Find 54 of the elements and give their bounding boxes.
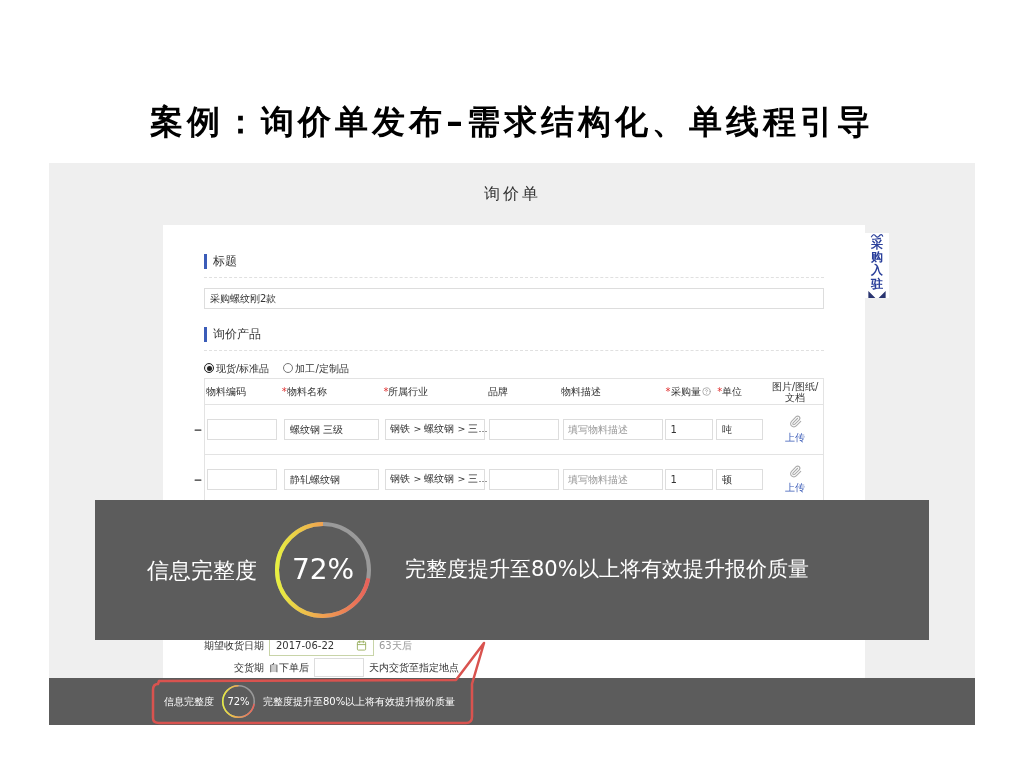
upload-link[interactable]: 上传 [785,479,806,495]
help-icon[interactable] [701,387,711,396]
description-input[interactable]: 填写物料描述 [562,419,663,440]
column-header: *采购量 [665,386,701,397]
completeness-message: 完整度提升至80%以上将有效提升报价质量 [263,695,456,709]
column-header: 物料描述 [560,386,601,397]
days-input[interactable] [314,657,364,677]
name-input[interactable]: 螺纹钢 三级 [283,419,379,440]
days-note: 63天后 [379,638,412,653]
industry-select[interactable]: 钢铁 > 螺纹钢 > 三... [385,419,486,440]
field-label: 交货期 [233,660,264,675]
logo-icon [868,233,886,239]
radio-label[interactable]: 加工/定制品 [295,360,349,376]
column-header: 品牌 [488,386,509,397]
description-input[interactable]: 填写物料描述 [562,469,663,490]
field-prefix: 自下单后 [269,660,309,675]
completeness-label: 信息完整度 [147,556,257,585]
code-input[interactable] [207,419,277,440]
industry-select[interactable]: 钢铁 > 螺纹钢 > 三... [385,469,486,490]
calendar-icon[interactable] [356,639,367,651]
triangle-icon [865,290,889,298]
column-header: *所属行业 [383,386,429,397]
unit-input[interactable]: 顿 [716,469,764,490]
slide-title: 案例：询价单发布–需求结构化、单线程引导 [150,101,874,143]
section-heading: 标题 [204,253,237,269]
paperclip-icon [788,414,802,428]
completeness-label: 信息完整度 [164,695,214,709]
title-input[interactable]: 采购螺纹刚2款 [204,288,824,309]
field-label: 期望收货日期 [204,638,264,653]
radio-button[interactable] [283,363,294,373]
brand-input[interactable] [489,469,560,490]
column-header: *物料名称 [281,386,327,397]
paperclip-icon [788,464,802,478]
quantity-input[interactable]: 1 [664,419,713,440]
badge-text: 采购入驻 [871,238,883,291]
brand-input[interactable] [489,419,560,440]
side-badge[interactable]: 采购入驻 [865,233,889,298]
column-header: 图片/图纸/文档 [770,380,820,403]
name-input[interactable]: 静轧螺纹钢 [283,469,379,490]
completeness-percent: 72% [227,695,250,709]
completeness-message: 完整度提升至80%以上将有效提升报价质量 [405,556,809,584]
quantity-input[interactable]: 1 [664,469,713,490]
radio-label[interactable]: 现货/标准品 [216,360,270,376]
column-header: 物料编码 [206,386,246,397]
code-input[interactable] [207,469,277,490]
column-header: *单位 [717,386,743,397]
unit-input[interactable]: 吨 [716,419,764,440]
completeness-ring [222,685,255,718]
field-suffix: 天内交货至指定地点 [369,660,459,675]
upload-link[interactable]: 上传 [785,429,806,445]
radio-button[interactable] [204,363,214,373]
section-heading: 询价产品 [204,326,261,342]
completeness-percent: 72% [291,552,355,588]
page-title: 询价单 [483,183,541,205]
